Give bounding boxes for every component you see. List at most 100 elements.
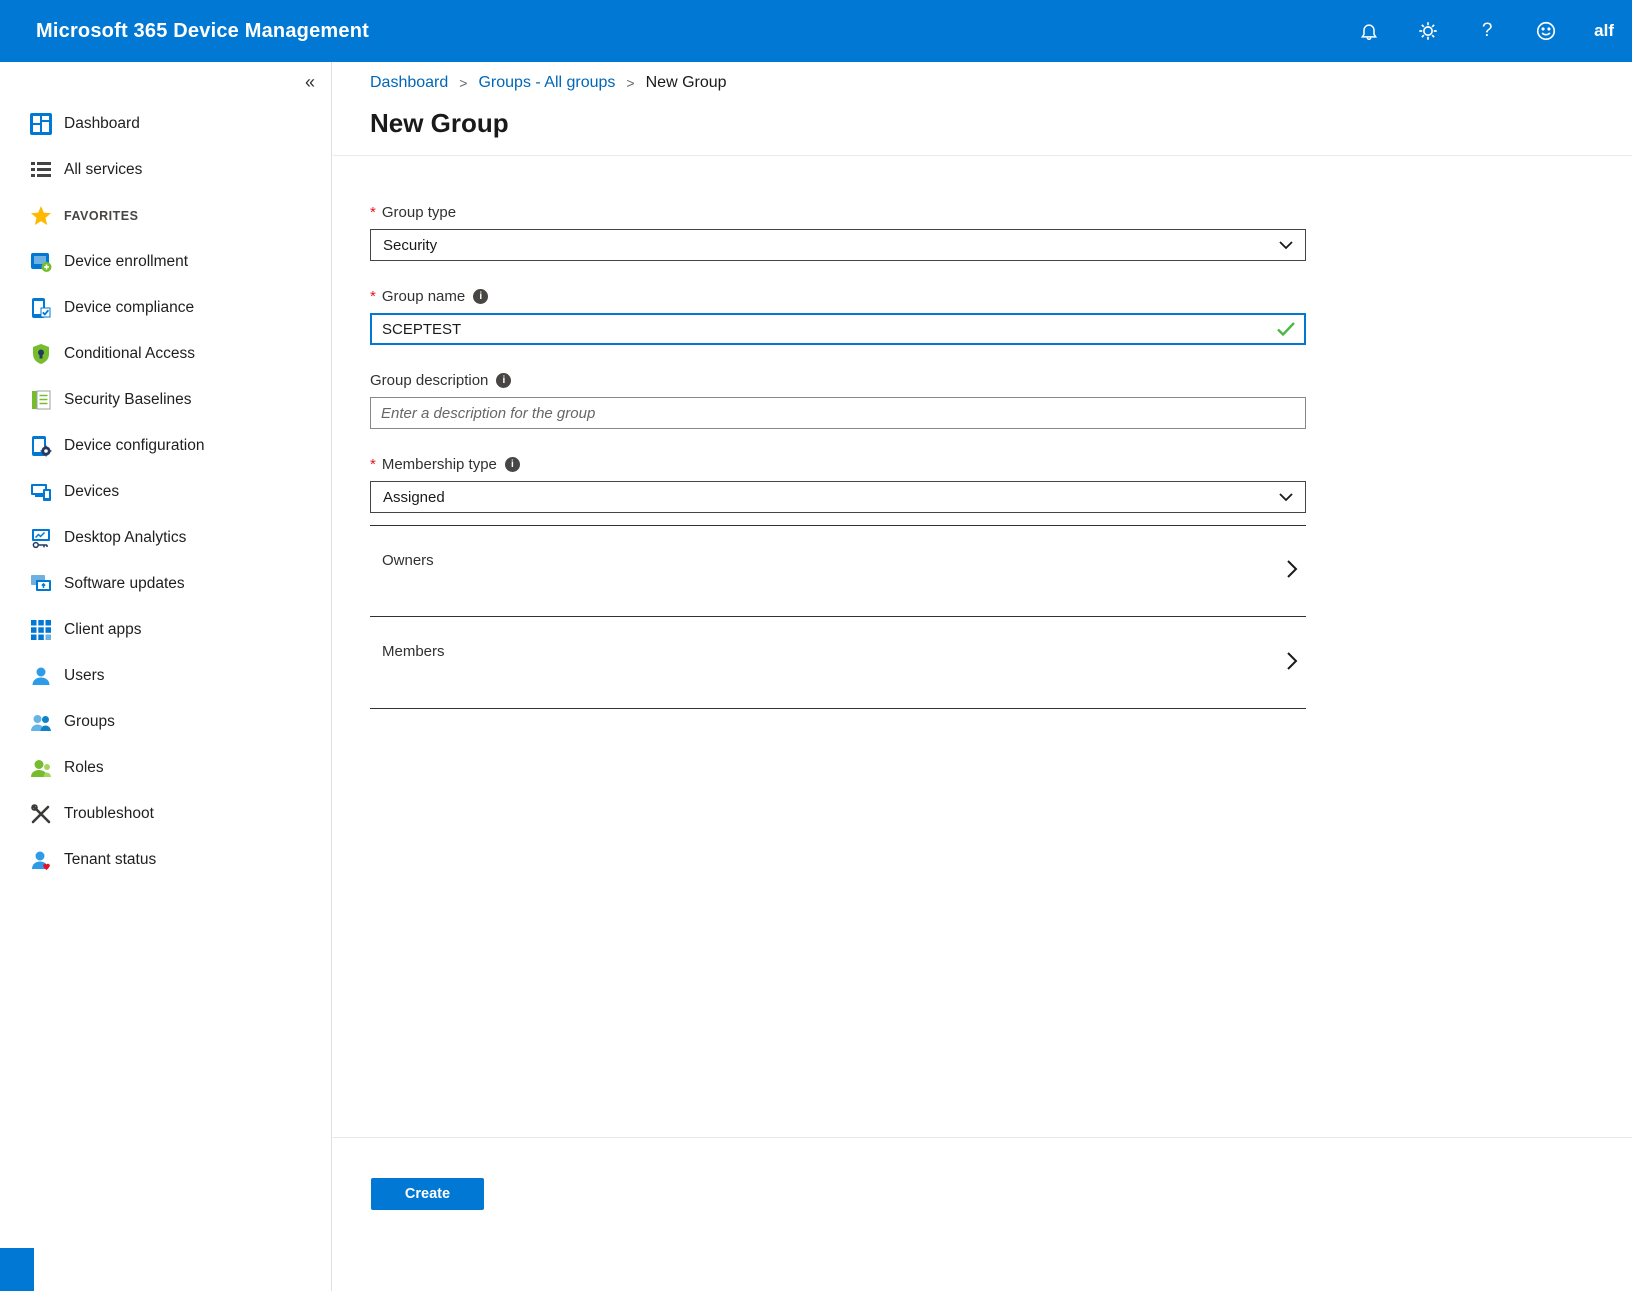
sidebar-item-label: Devices (64, 483, 119, 501)
group-description-input[interactable] (370, 397, 1306, 429)
membership-type-label: * Membership type i (370, 454, 1306, 474)
sidebar-item-users[interactable]: Users (0, 653, 331, 699)
devices-icon (30, 481, 52, 503)
breadcrumb-dashboard[interactable]: Dashboard (370, 74, 448, 92)
all-services-icon (30, 159, 52, 181)
sidebar-item-label: Groups (64, 713, 115, 731)
tenant-status-icon (30, 849, 52, 871)
field-label-text: Membership type (382, 456, 497, 473)
sidebar-item-devices[interactable]: Devices (0, 469, 331, 515)
sidebar-item-dashboard[interactable]: Dashboard (0, 101, 331, 147)
sidebar-item-label: Conditional Access (64, 345, 195, 363)
owners-label: Owners (382, 552, 434, 569)
sidebar-item-label: All services (64, 161, 142, 179)
info-icon: i (496, 373, 511, 388)
footer-divider (333, 1137, 1632, 1138)
info-icon: i (473, 289, 488, 304)
owners-members-section: Owners Members (370, 525, 1306, 709)
main-content: Dashboard > Groups - All groups > New Gr… (333, 62, 1632, 1291)
valid-check-icon (1277, 322, 1295, 341)
sidebar-item-device-enrollment[interactable]: Device enrollment (0, 239, 331, 285)
sidebar-item-client-apps[interactable]: Client apps (0, 607, 331, 653)
membership-type-value: Assigned (383, 489, 445, 506)
chevron-down-icon (1279, 489, 1293, 506)
bottom-left-accent (0, 1248, 34, 1291)
software-updates-icon (30, 573, 52, 595)
breadcrumb-separator: > (626, 75, 634, 91)
sidebar-item-label: Security Baselines (64, 391, 192, 409)
chevron-down-icon (1279, 237, 1293, 254)
required-marker: * (370, 456, 376, 473)
sidebar-collapse-button[interactable]: « (305, 72, 315, 93)
group-name-input-wrap (370, 313, 1306, 345)
settings-gear-icon[interactable] (1417, 20, 1439, 42)
required-marker: * (370, 288, 376, 305)
breadcrumb-current: New Group (646, 74, 727, 92)
sidebar-item-label: Device compliance (64, 299, 194, 317)
new-group-form: * Group type Security * Group name i (370, 156, 1306, 709)
group-name-input[interactable] (370, 313, 1306, 345)
device-enrollment-icon (30, 251, 52, 273)
group-description-label: Group description i (370, 370, 1306, 390)
sidebar-item-label: Software updates (64, 575, 185, 593)
group-type-dropdown[interactable]: Security (370, 229, 1306, 261)
client-apps-icon (30, 619, 52, 641)
sidebar-item-label: Dashboard (64, 115, 140, 133)
topbar-actions: ? alf (1358, 20, 1632, 42)
sidebar-item-label: Device enrollment (64, 253, 188, 271)
device-configuration-icon (30, 435, 52, 457)
sidebar-item-label: Desktop Analytics (64, 529, 186, 547)
sidebar-item-security-baselines[interactable]: Security Baselines (0, 377, 331, 423)
sidebar-nav: Dashboard All services FAVORITES (0, 62, 331, 883)
sidebar-item-tenant-status[interactable]: Tenant status (0, 837, 331, 883)
sidebar-item-label: Tenant status (64, 851, 156, 869)
breadcrumb-groups-all-groups[interactable]: Groups - All groups (478, 74, 615, 92)
sidebar: « Dashboard All services (0, 62, 332, 1291)
desktop-analytics-icon (30, 527, 52, 549)
sidebar-item-label: Device configuration (64, 437, 204, 455)
sidebar-favorites-header: FAVORITES (0, 193, 331, 239)
feedback-smiley-icon[interactable] (1535, 20, 1557, 42)
members-label: Members (382, 643, 445, 660)
groups-icon (30, 711, 52, 733)
field-label-text: Group description (370, 372, 488, 389)
membership-type-field: * Membership type i Assigned (370, 454, 1306, 513)
sidebar-item-troubleshoot[interactable]: Troubleshoot (0, 791, 331, 837)
sidebar-item-label: Roles (64, 759, 104, 777)
sidebar-item-desktop-analytics[interactable]: Desktop Analytics (0, 515, 331, 561)
app-title: Microsoft 365 Device Management (36, 20, 369, 43)
group-type-field: * Group type Security (370, 202, 1306, 261)
sidebar-item-all-services[interactable]: All services (0, 147, 331, 193)
membership-type-dropdown[interactable]: Assigned (370, 481, 1306, 513)
security-baselines-icon (30, 389, 52, 411)
sidebar-item-conditional-access[interactable]: Conditional Access (0, 331, 331, 377)
top-bar: Microsoft 365 Device Management ? alf (0, 0, 1632, 62)
notifications-bell-icon[interactable] (1358, 20, 1380, 42)
troubleshoot-icon (30, 803, 52, 825)
roles-icon (30, 757, 52, 779)
members-row[interactable]: Members (370, 617, 1306, 709)
page-title: New Group (370, 108, 1632, 139)
create-button[interactable]: Create (371, 1178, 484, 1210)
owners-row[interactable]: Owners (370, 525, 1306, 617)
sidebar-item-software-updates[interactable]: Software updates (0, 561, 331, 607)
sidebar-item-device-compliance[interactable]: Device compliance (0, 285, 331, 331)
chevron-right-icon (1286, 651, 1298, 675)
required-marker: * (370, 204, 376, 221)
help-icon[interactable]: ? (1476, 20, 1498, 42)
users-icon (30, 665, 52, 687)
star-icon (30, 205, 52, 227)
conditional-access-icon (30, 343, 52, 365)
dashboard-icon (30, 113, 52, 135)
favorites-label: FAVORITES (64, 209, 138, 223)
info-icon: i (505, 457, 520, 472)
sidebar-item-roles[interactable]: Roles (0, 745, 331, 791)
user-name[interactable]: alf (1594, 21, 1614, 41)
group-type-label: * Group type (370, 202, 1306, 222)
group-type-value: Security (383, 237, 437, 254)
sidebar-item-label: Users (64, 667, 104, 685)
group-name-field: * Group name i (370, 286, 1306, 345)
field-label-text: Group type (382, 204, 456, 221)
sidebar-item-device-configuration[interactable]: Device configuration (0, 423, 331, 469)
sidebar-item-groups[interactable]: Groups (0, 699, 331, 745)
